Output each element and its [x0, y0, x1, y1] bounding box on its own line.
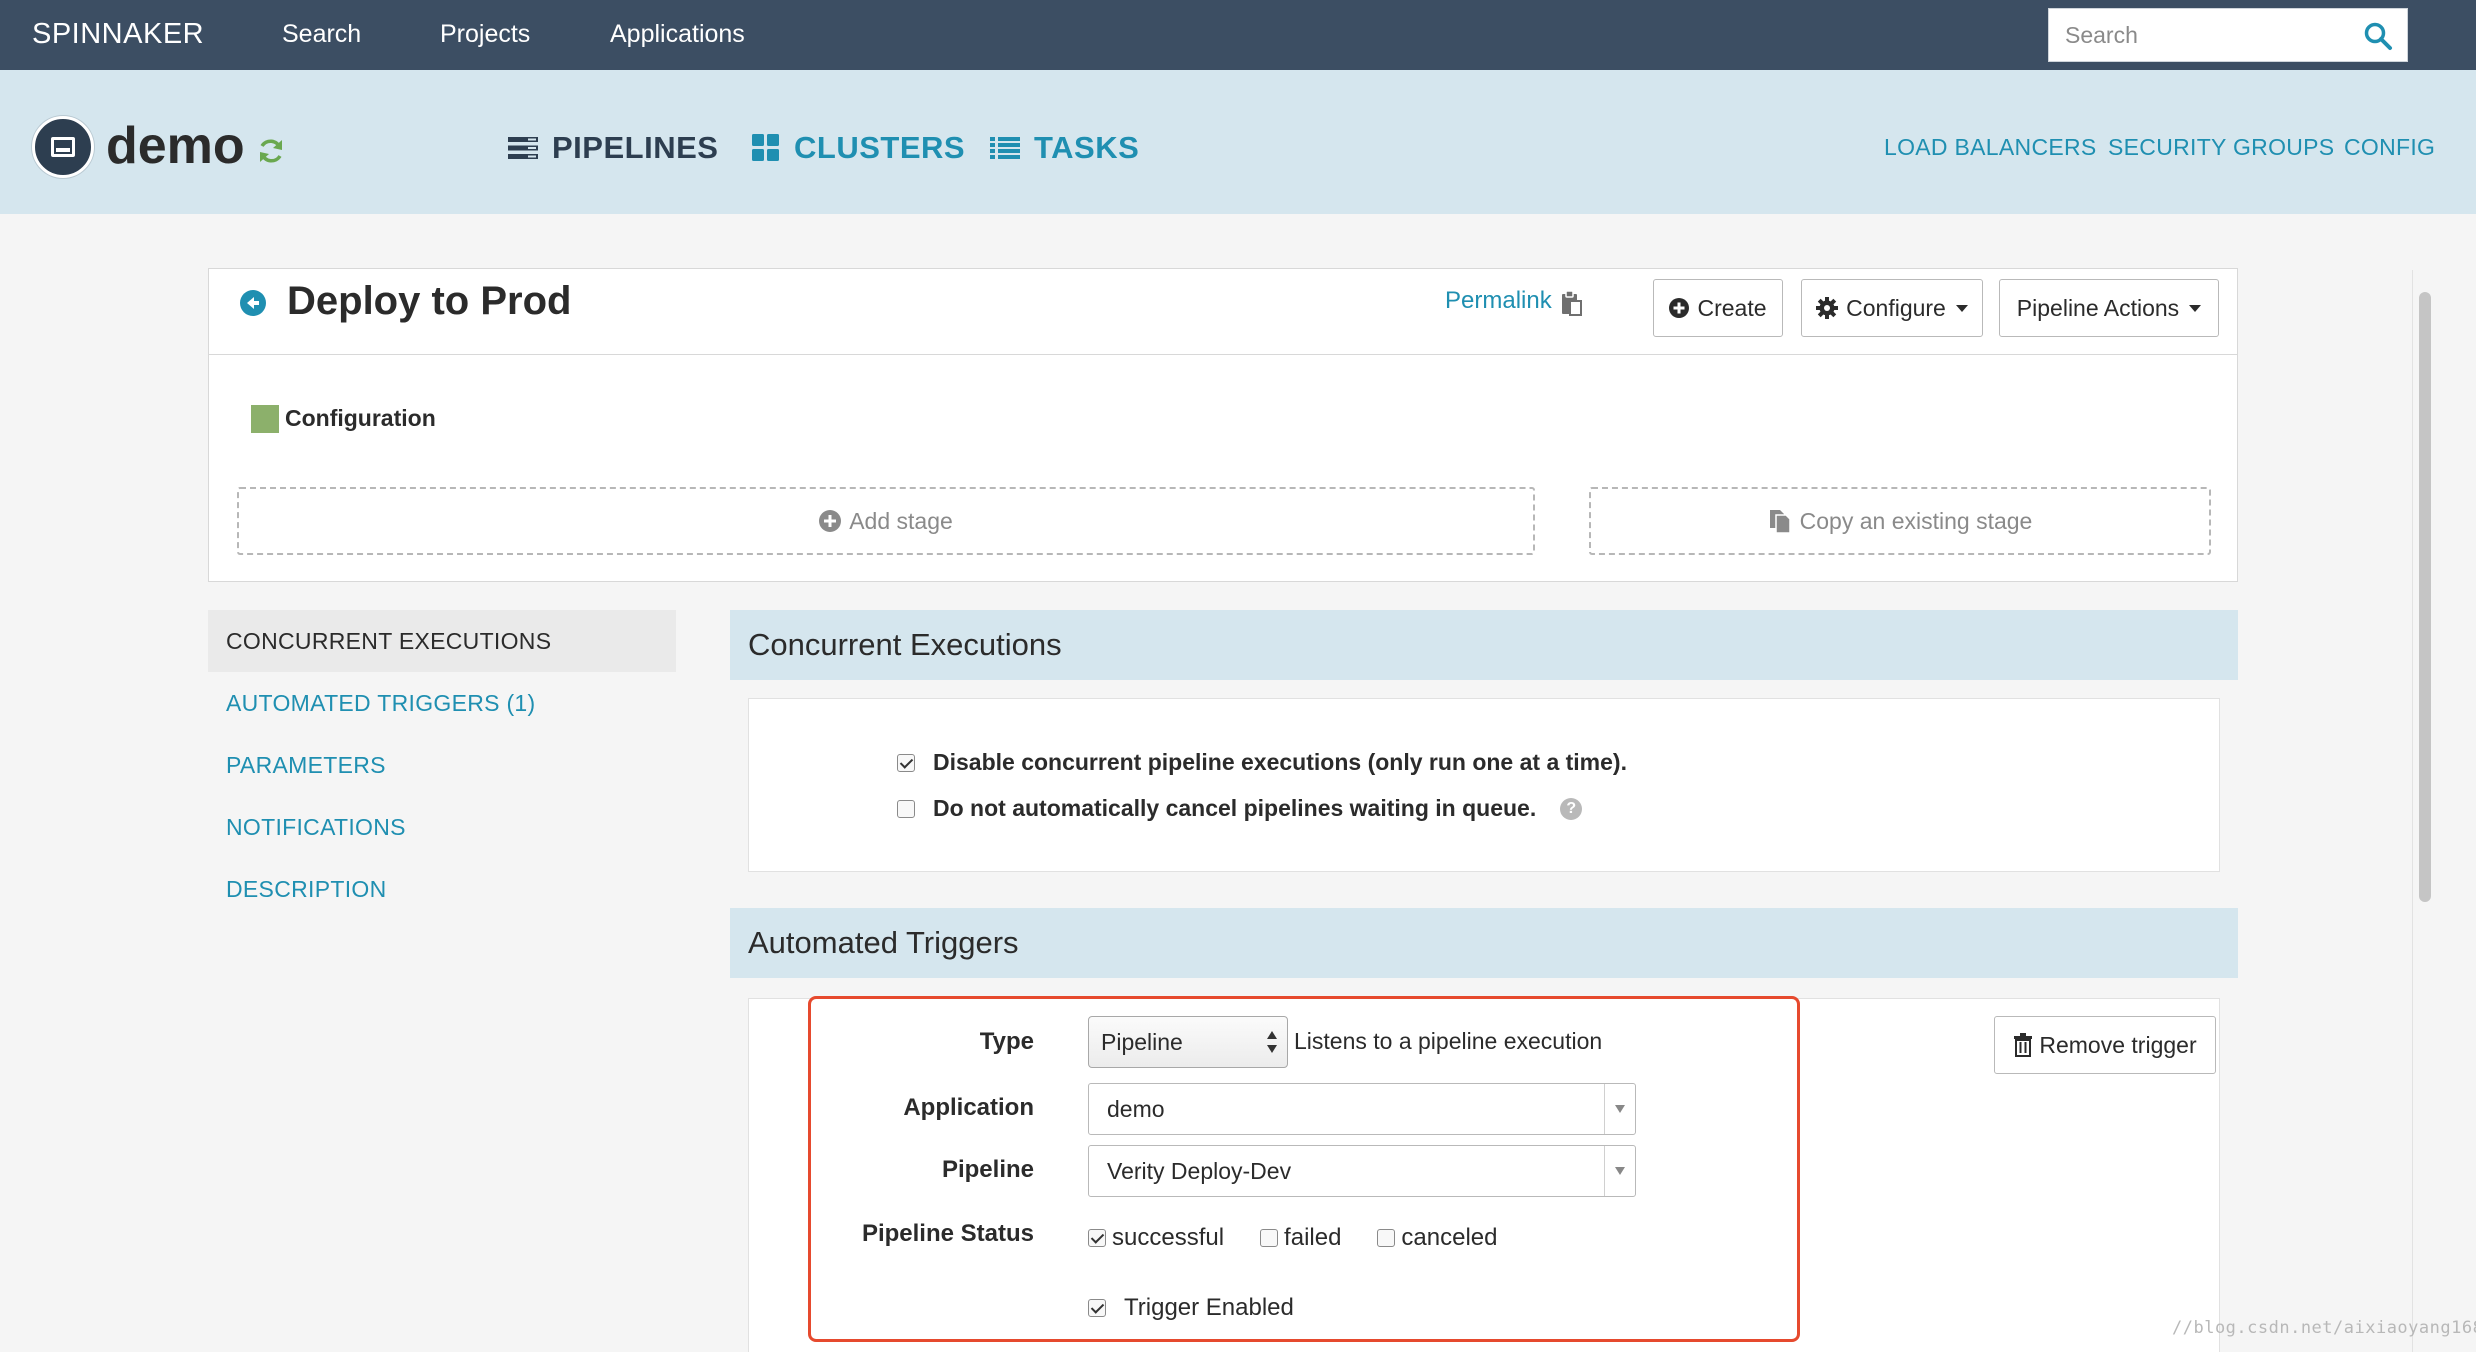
automated-triggers-heading: Automated Triggers [730, 908, 2238, 978]
tab-clusters-label: CLUSTERS [794, 130, 966, 165]
sidenav-description[interactable]: DESCRIPTION [208, 858, 676, 920]
copy-stage-button[interactable]: Copy an existing stage [1589, 487, 2211, 555]
search-input[interactable] [2049, 9, 2349, 61]
create-button-label: Create [1697, 294, 1767, 321]
brand-logo[interactable]: SPINNAKER [32, 18, 204, 51]
security-groups-link[interactable]: SECURITY GROUPS [2108, 134, 2334, 161]
gear-icon [1816, 297, 1839, 319]
concurrent-executions-heading: Concurrent Executions [730, 610, 2238, 680]
nav-search-link[interactable]: Search [282, 20, 361, 49]
configure-button[interactable]: Configure [1801, 279, 1983, 337]
remove-trigger-label: Remove trigger [2039, 1031, 2197, 1058]
application-name[interactable]: demo [106, 116, 245, 176]
search-icon[interactable] [2363, 21, 2393, 51]
configure-button-label: Configure [1846, 294, 1946, 321]
nav-projects-link[interactable]: Projects [440, 20, 530, 49]
refresh-icon[interactable] [256, 136, 286, 166]
help-icon[interactable]: ? [1560, 797, 1583, 820]
pipeline-card: Deploy to Prod Permalink Create Configur… [208, 268, 2238, 582]
disable-concurrent-option[interactable]: Disable concurrent pipeline executions (… [897, 749, 1627, 776]
global-search [2048, 8, 2408, 62]
no-cancel-queue-option[interactable]: Do not automatically cancel pipelines wa… [897, 795, 1583, 822]
top-navbar: SPINNAKER Search Projects Applications [0, 0, 2476, 70]
tab-pipelines[interactable]: PIPELINES [508, 130, 718, 166]
sidenav-notifications[interactable]: NOTIFICATIONS [208, 796, 676, 858]
remove-trigger-button[interactable]: Remove trigger [1994, 1016, 2216, 1074]
nav-applications-link[interactable]: Applications [610, 20, 745, 49]
pipelines-icon [508, 137, 538, 159]
scrollbar-thumb[interactable] [2419, 292, 2431, 902]
copy-stage-label: Copy an existing stage [1799, 507, 2033, 534]
application-header: demo PIPELINES CLUSTERS TASKS LOAD BALAN… [0, 70, 2476, 284]
page-scrollbar[interactable] [2412, 270, 2434, 1352]
concurrent-executions-panel: Disable concurrent pipeline executions (… [748, 698, 2220, 872]
watermark: //blog.csdn.net/aixiaoyang168 [2172, 1318, 2476, 1338]
sidenav-automated-triggers[interactable]: AUTOMATED TRIGGERS (1) [208, 672, 676, 734]
highlight-annotation-box [808, 996, 1800, 1342]
permalink-link[interactable]: Permalink [1445, 287, 1552, 315]
plus-circle-icon [819, 510, 842, 532]
trash-icon [2014, 1033, 2033, 1057]
pipeline-actions-button[interactable]: Pipeline Actions [1999, 279, 2219, 337]
add-stage-button[interactable]: Add stage [237, 487, 1535, 555]
load-balancers-link[interactable]: LOAD BALANCERS [1884, 134, 2097, 161]
no-cancel-queue-checkbox[interactable] [897, 799, 915, 818]
no-cancel-queue-label: Do not automatically cancel pipelines wa… [933, 795, 1537, 821]
configuration-stage-label[interactable]: Configuration [285, 405, 436, 432]
tasks-icon [990, 137, 1020, 159]
configuration-stage-marker[interactable] [251, 405, 279, 433]
tab-tasks-label: TASKS [1034, 130, 1140, 165]
tab-pipelines-label: PIPELINES [552, 130, 719, 165]
application-icon [32, 116, 94, 178]
tab-tasks[interactable]: TASKS [990, 130, 1139, 166]
sidenav-parameters[interactable]: PARAMETERS [208, 734, 676, 796]
chevron-down-icon [2189, 304, 2202, 312]
sidenav-concurrent-executions[interactable]: CONCURRENT EXECUTIONS [208, 610, 676, 672]
copy-icon [1769, 510, 1791, 534]
pipeline-title: Deploy to Prod [287, 279, 572, 323]
pipeline-actions-label: Pipeline Actions [2016, 294, 2180, 321]
pipeline-config-sidenav: CONCURRENT EXECUTIONS AUTOMATED TRIGGERS… [208, 610, 676, 920]
pipeline-card-header: Deploy to Prod Permalink Create Configur… [209, 269, 2237, 355]
chevron-down-icon [1955, 304, 1968, 312]
config-link[interactable]: CONFIG [2344, 134, 2435, 161]
create-button[interactable]: Create [1653, 279, 1783, 337]
disable-concurrent-label: Disable concurrent pipeline executions (… [933, 749, 1627, 775]
add-stage-label: Add stage [849, 507, 953, 534]
tab-clusters[interactable]: CLUSTERS [752, 130, 965, 166]
plus-circle-icon [1669, 298, 1690, 318]
disable-concurrent-checkbox[interactable] [897, 753, 915, 772]
back-arrow-icon[interactable] [239, 289, 267, 317]
clusters-icon [752, 134, 779, 161]
clipboard-icon[interactable] [1559, 289, 1583, 317]
